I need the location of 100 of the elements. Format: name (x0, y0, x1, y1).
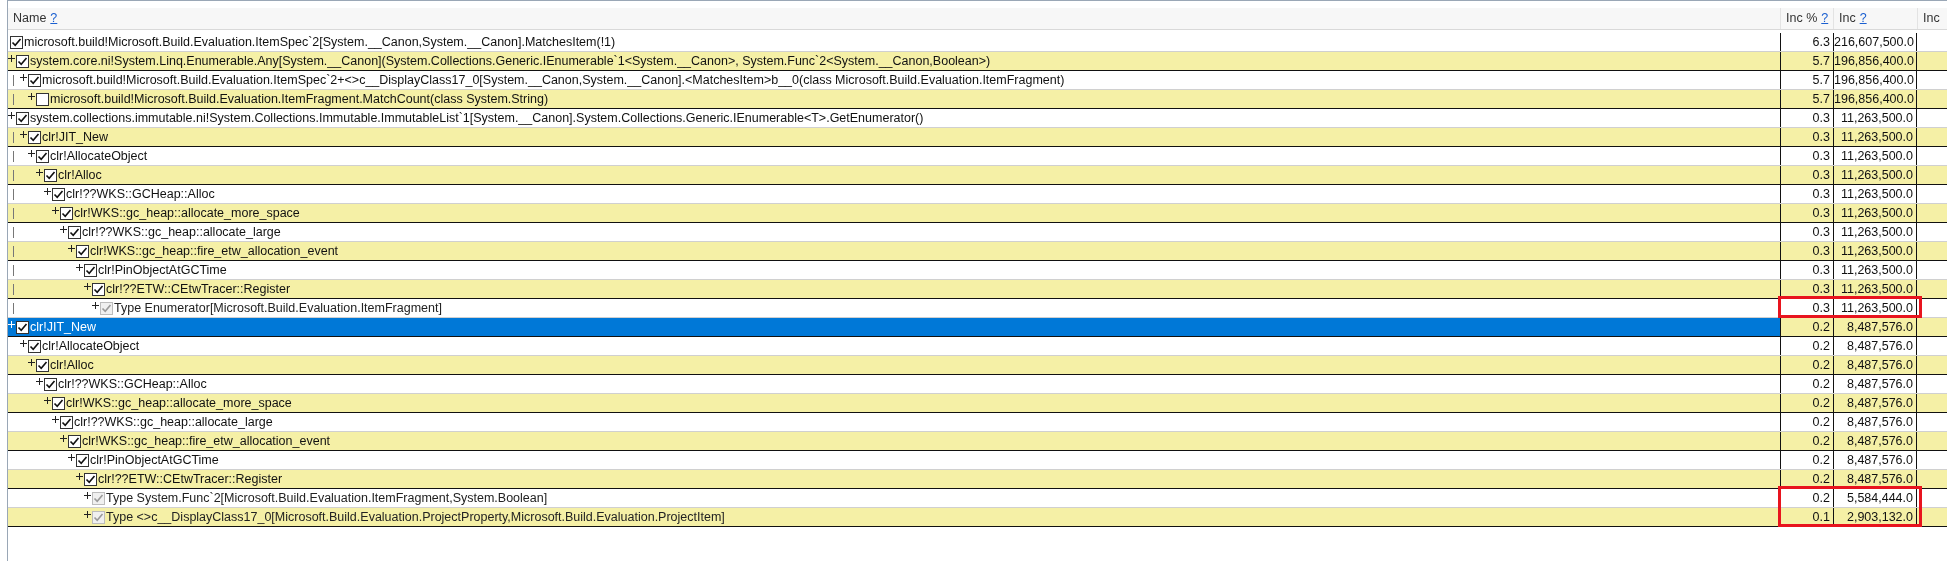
table-cell: 0.3 (1780, 109, 1833, 127)
checkbox[interactable] (36, 358, 49, 372)
table-cell: 0.3 (1780, 223, 1833, 241)
method-name: clr!??WKS::GCHeap::Alloc (66, 185, 215, 203)
table-cell: 8,487,576.0 (1833, 432, 1917, 450)
checkbox[interactable] (60, 415, 73, 429)
expand-icon[interactable] (8, 55, 15, 62)
method-name: microsoft.build!Microsoft.Build.Evaluation.ItemSpec`2+<>c__DisplayClass17_0[System.__Canon,System.__Canon].<MatchesItem>b__0(class Microsoft.Build.Evaluation.ItemFragment) (42, 71, 1065, 89)
expand-icon[interactable] (84, 283, 91, 290)
method-name: clr!??ETW::CEtwTracer::Register (98, 470, 283, 488)
method-name: system.collections.immutable.ni!System.Collections.Immutable.ImmutableList`1[System.__Canon].System.Collections.Generic.IEnumerable<T>.GetEnumerator() (30, 109, 924, 127)
table-cell: 8,487,576.0 (1833, 413, 1917, 431)
table-cell: 11,263,500.0 (1833, 242, 1917, 260)
checkbox[interactable] (28, 130, 41, 144)
table-cell: 0.2 (1780, 451, 1833, 469)
table-cell: 5,584,444.0 (1833, 489, 1917, 507)
expand-icon[interactable] (68, 245, 75, 252)
method-name: clr!AllocateObject (50, 147, 148, 165)
expand-icon[interactable] (28, 359, 35, 366)
tree-line (13, 264, 14, 276)
method-name: clr!WKS::gc_heap::allocate_more_space (74, 204, 300, 222)
column-header[interactable]: Inc (1923, 9, 1940, 28)
table-cell: 5.7 (1780, 71, 1833, 89)
expand-icon[interactable] (76, 473, 83, 480)
checkbox[interactable] (36, 149, 49, 163)
method-name: clr!WKS::gc_heap::fire_etw_allocation_event (82, 432, 331, 450)
method-name: clr!WKS::gc_heap::fire_etw_allocation_event (90, 242, 339, 260)
method-name: microsoft.build!Microsoft.Build.Evaluation.ItemFragment.MatchCount(class System.String) (50, 90, 549, 108)
expand-icon[interactable] (76, 264, 83, 271)
expand-icon[interactable] (44, 397, 51, 404)
table-cell: 8,487,576.0 (1833, 470, 1917, 488)
table-cell: 8,487,576.0 (1833, 375, 1917, 393)
expand-icon[interactable] (20, 131, 27, 138)
help-link[interactable]: ? (1859, 9, 1867, 28)
tree-line (13, 74, 14, 86)
checkbox[interactable] (16, 111, 29, 125)
table-cell: 0.3 (1780, 242, 1833, 260)
checkbox[interactable] (52, 396, 65, 410)
tree-line (13, 302, 14, 314)
table-cell: 0.3 (1780, 261, 1833, 279)
table-cell: 0.3 (1780, 204, 1833, 222)
checkbox[interactable] (44, 168, 57, 182)
checkbox[interactable] (68, 225, 81, 239)
table-cell: 11,263,500.0 (1833, 223, 1917, 241)
tree-row[interactable]: clr!JIT_New (8, 318, 1780, 336)
table-cell: 0.3 (1780, 128, 1833, 146)
checkbox[interactable] (60, 206, 73, 220)
expand-icon[interactable] (20, 340, 27, 347)
expand-icon[interactable] (60, 435, 67, 442)
expand-icon[interactable] (36, 169, 43, 176)
tree-line (13, 93, 14, 105)
table-cell: 11,263,500.0 (1833, 261, 1917, 279)
checkbox[interactable] (92, 282, 105, 296)
checkbox[interactable] (76, 244, 89, 258)
expand-icon[interactable] (44, 188, 51, 195)
help-link[interactable]: ? (1821, 9, 1829, 28)
expand-icon[interactable] (28, 93, 35, 100)
checkbox[interactable] (28, 339, 41, 353)
table-cell: 0.2 (1780, 337, 1833, 355)
checkbox[interactable] (36, 92, 49, 106)
checkbox[interactable] (76, 453, 89, 467)
table-cell: 11,263,500.0 (1833, 166, 1917, 184)
table-cell: 0.2 (1780, 489, 1833, 507)
table-cell: 0.3 (1780, 185, 1833, 203)
checkbox[interactable] (52, 187, 65, 201)
method-name: clr!??ETW::CEtwTracer::Register (106, 280, 291, 298)
table-cell: 196,856,400.0 (1833, 71, 1917, 89)
checkbox[interactable] (44, 377, 57, 391)
column-header[interactable]: Inc % (1786, 9, 1818, 28)
table-cell: 5.7 (1780, 52, 1833, 70)
table-cell: 6.3 (1780, 33, 1833, 51)
tree-line (13, 245, 14, 257)
method-name: clr!AllocateObject (42, 337, 140, 355)
table-cell: 11,263,500.0 (1833, 128, 1917, 146)
checkbox[interactable] (10, 35, 23, 49)
expand-icon[interactable] (20, 74, 27, 81)
expand-icon[interactable] (8, 112, 15, 119)
expand-icon[interactable] (60, 226, 67, 233)
method-name: Type System.Func`2[Microsoft.Build.Evaluation.ItemFragment,System.Boolean] (106, 489, 548, 507)
expand-icon[interactable] (68, 454, 75, 461)
checkbox[interactable] (84, 263, 97, 277)
checkbox[interactable] (28, 73, 41, 87)
checkbox[interactable] (16, 54, 29, 68)
table-cell: 196,856,400.0 (1833, 90, 1917, 108)
expand-icon[interactable] (36, 378, 43, 385)
tree-line (13, 283, 14, 295)
expand-icon[interactable] (52, 207, 59, 214)
help-link[interactable]: ? (50, 9, 58, 28)
method-name: clr!JIT_New (42, 128, 108, 146)
checkbox[interactable] (84, 472, 97, 486)
tree-line (13, 150, 14, 162)
method-name: clr!??WKS::gc_heap::allocate_large (74, 413, 273, 431)
expand-icon[interactable] (52, 416, 59, 423)
checkbox[interactable] (16, 320, 29, 334)
column-header[interactable]: Name (13, 9, 47, 28)
table-cell: 0.2 (1780, 413, 1833, 431)
checkbox[interactable] (68, 434, 81, 448)
column-header[interactable]: Inc (1839, 9, 1856, 28)
table-cell: 0.3 (1780, 299, 1833, 317)
expand-icon[interactable] (28, 150, 35, 157)
